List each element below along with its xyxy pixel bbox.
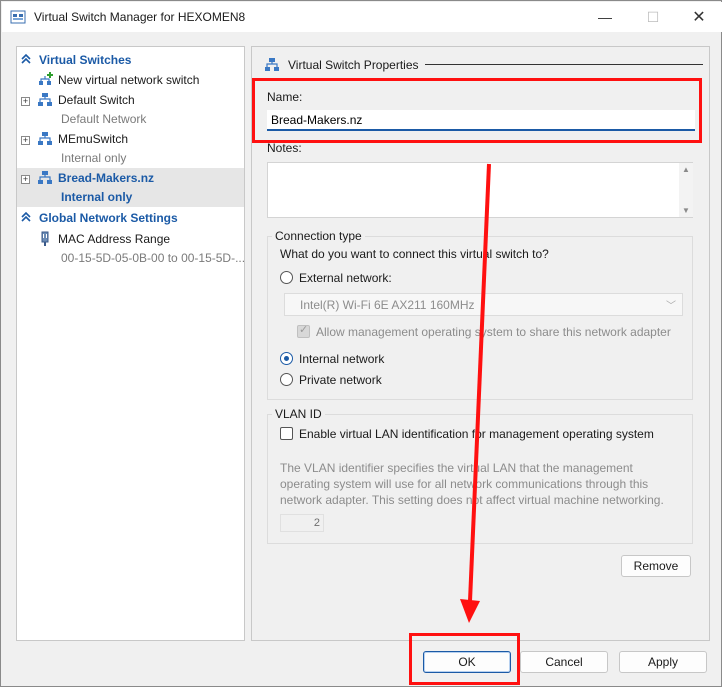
tree-item-new-virtual-network-switch[interactable]: New virtual network switch <box>17 70 244 90</box>
collapse-chevron-icon <box>21 211 31 222</box>
scroll-up-icon[interactable]: ▲ <box>682 165 690 174</box>
virtual-switch-manager-window: Virtual Switch Manager for HEXOMEN8 — ☐ … <box>0 0 722 687</box>
network-switch-icon <box>38 171 52 184</box>
title-bar: Virtual Switch Manager for HEXOMEN8 — ☐ … <box>2 2 722 32</box>
vlan-description: The VLAN identifier specifies the virtua… <box>280 461 664 507</box>
switch-name-input[interactable] <box>267 110 695 131</box>
allow-management-label: Allow management operating system to sha… <box>316 325 671 339</box>
network-adapter-icon <box>41 231 49 246</box>
switch-manager-app-icon <box>10 10 26 24</box>
tree-item-default-switch[interactable]: + Default Switch Default Network <box>17 90 244 129</box>
expand-toggle[interactable]: + <box>21 136 30 145</box>
apply-button[interactable]: Apply <box>619 651 707 673</box>
private-network-label: Private network <box>299 373 382 387</box>
properties-title: Virtual Switch Properties <box>288 58 419 72</box>
switch-properties-pane: Virtual Switch Properties Name: Notes: ▲… <box>251 46 710 641</box>
tree-item-label: Default Switch <box>58 93 135 107</box>
private-network-radio[interactable] <box>280 373 293 386</box>
connection-question: What do you want to connect this virtual… <box>280 247 549 261</box>
name-label: Name: <box>267 90 303 104</box>
remove-button[interactable]: Remove <box>621 555 691 577</box>
network-switch-icon <box>38 132 52 145</box>
virtual-switches-section-header[interactable]: Virtual Switches <box>17 50 244 70</box>
network-switch-icon <box>265 58 279 71</box>
enable-vlan-checkbox[interactable] <box>280 427 293 440</box>
allow-management-checkbox[interactable] <box>297 323 310 338</box>
tree-item-bread-makers[interactable]: + Bread-Makers.nz Internal only <box>17 168 244 207</box>
enable-vlan-label: Enable virtual LAN identification for ma… <box>299 427 654 441</box>
external-network-radio[interactable] <box>280 271 293 284</box>
global-network-settings-label: Global Network Settings <box>39 211 178 225</box>
cancel-button[interactable]: Cancel <box>520 651 608 673</box>
virtual-switches-label: Virtual Switches <box>39 53 132 67</box>
tree-item-sublabel: Internal only <box>61 190 133 204</box>
collapse-chevron-icon <box>21 53 31 64</box>
tree-item-sublabel: Internal only <box>61 151 127 165</box>
expand-toggle[interactable]: + <box>21 97 30 106</box>
tree-item-label: Bread-Makers.nz <box>58 171 155 185</box>
network-adapter-dropdown[interactable]: Intel(R) Wi-Fi 6E AX211 160MHz ﹀ <box>284 293 683 316</box>
tree-item-label: MEmuSwitch <box>58 132 129 146</box>
tree-item-memuswitch[interactable]: + MEmuSwitch Internal only <box>17 129 244 168</box>
connection-type-title: Connection type <box>272 229 365 243</box>
tree-item-label: MAC Address Range <box>58 232 171 246</box>
maximize-button[interactable]: ☐ <box>630 2 676 32</box>
external-network-label: External network: <box>299 271 392 285</box>
window-title: Virtual Switch Manager for HEXOMEN8 <box>34 10 246 24</box>
global-network-settings-section-header[interactable]: Global Network Settings <box>17 208 244 228</box>
notes-label: Notes: <box>267 141 302 155</box>
vlan-identifier-field[interactable]: 2 <box>280 514 324 532</box>
new-switch-icon <box>39 72 53 85</box>
notes-scrollbar[interactable]: ▲ ▼ <box>679 163 693 217</box>
expand-toggle[interactable]: + <box>21 175 30 184</box>
notes-textarea[interactable] <box>267 162 693 218</box>
network-switch-icon <box>38 93 52 106</box>
vlan-id-title: VLAN ID <box>272 407 325 421</box>
minimize-button[interactable]: — <box>582 2 628 32</box>
tree-item-mac-address-range[interactable]: MAC Address Range 00-15-5D-05-0B-00 to 0… <box>17 229 246 269</box>
tree-item-sublabel: Default Network <box>61 112 147 126</box>
internal-network-radio[interactable] <box>280 352 293 365</box>
internal-network-label: Internal network <box>299 352 385 366</box>
switch-tree-pane: Virtual Switches New virtual network swi… <box>16 46 245 641</box>
header-divider <box>425 64 703 65</box>
tree-item-sublabel: 00-15-5D-05-0B-00 to 00-15-5D-... <box>61 251 246 265</box>
dropdown-value: Intel(R) Wi-Fi 6E AX211 160MHz <box>300 298 475 312</box>
chevron-down-icon: ﹀ <box>666 301 676 312</box>
tree-item-label: New virtual network switch <box>58 73 200 87</box>
ok-button[interactable]: OK <box>423 651 511 673</box>
close-button[interactable]: ✕ <box>676 2 722 32</box>
scroll-down-icon[interactable]: ▼ <box>682 206 690 215</box>
